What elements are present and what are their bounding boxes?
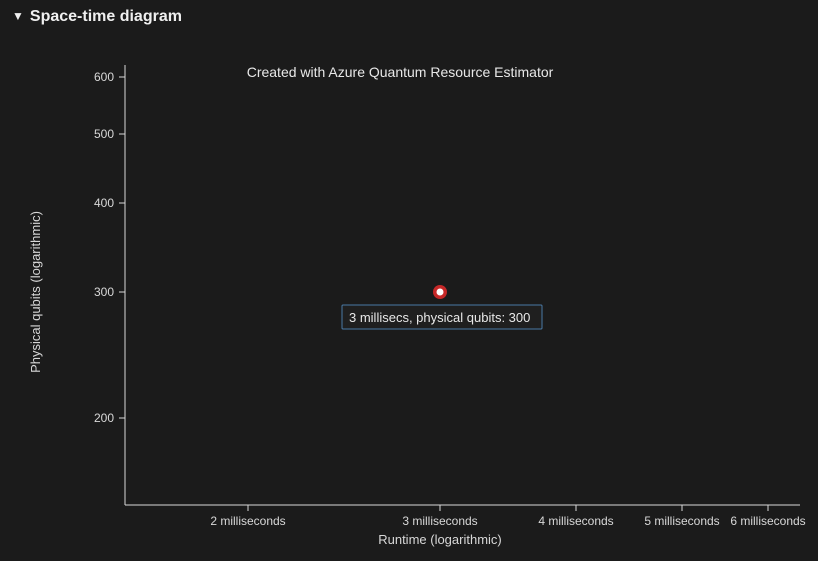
data-point[interactable] (433, 285, 447, 299)
y-tick-label: 200 (94, 411, 114, 425)
disclosure-triangle-icon: ▼ (12, 9, 24, 23)
scatter-chart[interactable]: 200 300 400 500 600 2 millise (0, 32, 818, 557)
x-axis-title: Runtime (logarithmic) (378, 532, 502, 547)
y-ticks: 200 300 400 500 600 (94, 70, 125, 425)
chart-container: 200 300 400 500 600 2 millise (0, 32, 818, 557)
y-tick-label: 600 (94, 70, 114, 84)
x-ticks: 2 milliseconds 3 milliseconds 4 millisec… (210, 505, 805, 528)
x-tick-label: 2 milliseconds (210, 514, 285, 528)
section-title: Space-time diagram (30, 8, 182, 26)
y-tick-label: 500 (94, 127, 114, 141)
y-tick-label: 400 (94, 196, 114, 210)
x-tick-label: 6 milliseconds (730, 514, 805, 528)
tooltip-text: 3 millisecs, physical qubits: 300 (349, 310, 530, 325)
x-tick-label: 5 milliseconds (644, 514, 719, 528)
y-axis-title: Physical qubits (logarithmic) (28, 211, 43, 373)
x-tick-label: 3 milliseconds (402, 514, 477, 528)
x-tick-label: 4 milliseconds (538, 514, 613, 528)
tooltip: 3 millisecs, physical qubits: 300 (342, 305, 542, 329)
section-header[interactable]: ▼ Space-time diagram (0, 0, 818, 32)
y-tick-label: 300 (94, 285, 114, 299)
chart-title: Created with Azure Quantum Resource Esti… (247, 64, 554, 80)
